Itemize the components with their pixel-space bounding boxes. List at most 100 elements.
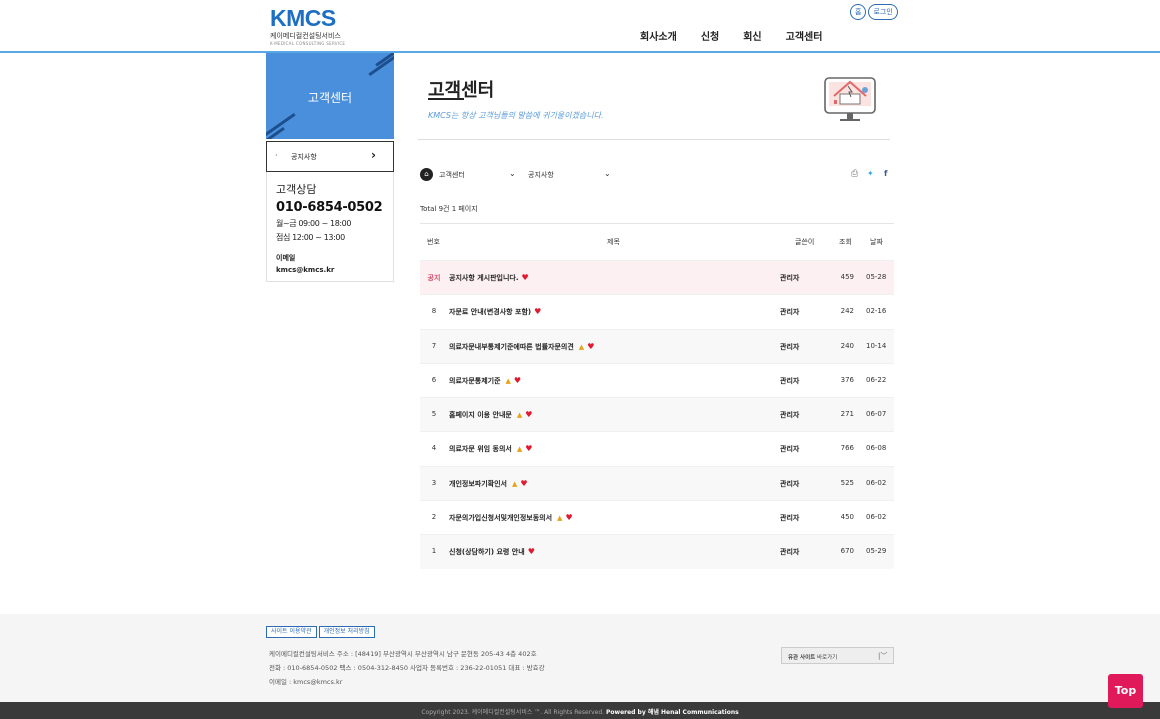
heart-icon: ♥ bbox=[525, 410, 533, 420]
top-util-buttons: 홈 로그인 bbox=[850, 4, 898, 20]
twitter-icon[interactable]: ✦ bbox=[867, 169, 874, 178]
chevron-right-icon: › bbox=[371, 148, 376, 162]
row-title-link[interactable]: 신청(상담하기) 요령 안내 ♥ bbox=[449, 547, 535, 557]
heart-icon: ♥ bbox=[527, 547, 535, 557]
logo[interactable]: KMCS 케이메디컬컨설팅서비스 K-MEDICAL CONSULTING SE… bbox=[270, 6, 350, 48]
sidebar-contact: 고객상담 010-6854-0502 월~금 09:00 ~ 18:00 점심 … bbox=[266, 172, 394, 282]
table-row[interactable]: 4 의료자문 위임 동의서 ▲ ♥ 관리자 766 06-08 bbox=[420, 431, 894, 465]
path-select-category[interactable]: 고객센터 ⌄ bbox=[439, 169, 519, 180]
total-count: Total 9건 1 페이지 bbox=[420, 205, 478, 213]
copyright-bar: Copyright 2023. 케이메디컬컨설팅서비스 ™. All Right… bbox=[0, 702, 1160, 719]
header: KMCS 케이메디컬컨설팅서비스 K-MEDICAL CONSULTING SE… bbox=[0, 0, 1160, 53]
col-author: 글쓴이 bbox=[795, 238, 815, 246]
chevron-down-icon: ⌄ bbox=[604, 169, 611, 178]
page: KMCS 케이메디컬컨설팅서비스 K-MEDICAL CONSULTING SE… bbox=[0, 0, 1160, 719]
table-row[interactable]: 공지 공지사항 게시판입니다. ♥ 관리자 459 05-28 bbox=[420, 260, 894, 295]
scroll-top-button[interactable]: Top bbox=[1108, 674, 1143, 708]
row-title-link[interactable]: 홈페이지 이용 안내문 ▲ ♥ bbox=[449, 410, 532, 420]
banner-stripe bbox=[266, 112, 296, 137]
table-row[interactable]: 2 자문의가입신청서및개인정보동의서 ▲ ♥ 관리자 450 06-02 bbox=[420, 500, 894, 534]
row-date: 05-28 bbox=[866, 273, 887, 281]
home-icon[interactable]: ⌂ bbox=[420, 168, 433, 181]
row-views: 459 bbox=[840, 273, 854, 281]
footer-contact: 전화 : 010-6854-0502 팩스 : 0504-312-8450 사업… bbox=[269, 664, 545, 672]
file-attachment-icon: ▲ bbox=[505, 376, 511, 385]
heart-icon: ♥ bbox=[521, 273, 529, 282]
footer-links: 사이트 이용약관 개인정보 처리방침 bbox=[266, 626, 375, 638]
file-attachment-icon: ▲ bbox=[516, 411, 523, 420]
logo-subtext: 케이메디컬컨설팅서비스 bbox=[270, 32, 341, 40]
heart-icon: ♥ bbox=[520, 478, 528, 488]
email-label: 이메일 bbox=[276, 254, 296, 262]
home-button[interactable]: 홈 bbox=[850, 4, 867, 20]
privacy-link[interactable]: 개인정보 처리방침 bbox=[318, 626, 375, 638]
bullet-icon: · bbox=[275, 151, 278, 160]
terms-link[interactable]: 사이트 이용약관 bbox=[266, 626, 317, 638]
row-title: 의료자문내부통제기준에따른 법률자문의견 bbox=[449, 342, 574, 351]
print-icon[interactable]: ⎙ bbox=[851, 169, 858, 179]
nav-company[interactable]: 회사소개 bbox=[640, 28, 677, 43]
row-title: 자문료 안내(변경사항 포함) bbox=[449, 308, 532, 317]
row-title-link[interactable]: 자문의가입신청서및개인정보동의서 ▲ ♥ bbox=[449, 513, 573, 523]
powered-by: Powered by 해냄 Henal Communications bbox=[606, 709, 739, 716]
row-date: 06-02 bbox=[866, 478, 887, 487]
row-date: 05-29 bbox=[866, 547, 887, 556]
row-author: 관리자 bbox=[780, 342, 800, 351]
row-num: 5 bbox=[431, 410, 437, 419]
row-views: 525 bbox=[840, 478, 854, 487]
row-num: 3 bbox=[431, 478, 437, 487]
row-num: 8 bbox=[431, 307, 437, 316]
heart-icon: ♥ bbox=[525, 444, 533, 454]
login-button[interactable]: 로그인 bbox=[868, 4, 898, 20]
row-title: 홈페이지 이용 안내문 bbox=[449, 411, 512, 420]
row-title-link[interactable]: 의료자문통제기준 ▲ ♥ bbox=[449, 376, 521, 386]
row-title-link[interactable]: 자문료 안내(변경사항 포함) ♥ bbox=[449, 307, 541, 317]
row-views: 670 bbox=[840, 547, 854, 556]
related-sites-select[interactable]: 유관 사이트 바로가기 |﹀ bbox=[781, 647, 894, 664]
row-title: 공지사항 게시판입니다. bbox=[449, 274, 519, 282]
table-row[interactable]: 6 의료자문통제기준 ▲ ♥ 관리자 376 06-22 bbox=[420, 362, 894, 397]
path-select-board[interactable]: 공지사항 ⌄ bbox=[528, 169, 614, 180]
related-sites-hint: 바로가기 bbox=[816, 655, 838, 661]
sidebar-item-notice[interactable]: · 공지사항 › bbox=[266, 141, 394, 172]
copyright-text: Copyright 2023. 케이메디컬컨설팅서비스 ™. All Right… bbox=[421, 709, 605, 716]
footer-email: 이메일 : kmcs@kmcs.kr bbox=[269, 678, 343, 686]
row-date: 02-16 bbox=[866, 307, 887, 316]
col-num: 번호 bbox=[427, 238, 440, 246]
row-title-link[interactable]: 의료자문 위임 동의서 ▲ ♥ bbox=[449, 444, 532, 454]
row-num: 2 bbox=[431, 513, 437, 522]
consult-hours: 월~금 09:00 ~ 18:00 bbox=[276, 219, 352, 228]
divider bbox=[418, 139, 890, 140]
post-list: 공지 공지사항 게시판입니다. ♥ 관리자 459 05-28 8 자문료 안내(… bbox=[420, 260, 894, 569]
col-title: 제목 bbox=[607, 238, 620, 246]
main-nav: 회사소개 신청 회신 고객센터 bbox=[640, 28, 846, 43]
table-row[interactable]: 3 개인정보파기확인서 ▲ ♥ 관리자 525 06-02 bbox=[420, 465, 894, 501]
nav-reply[interactable]: 회신 bbox=[743, 28, 761, 43]
row-author: 관리자 bbox=[780, 548, 800, 557]
row-title-link[interactable]: 의료자문내부통제기준에따른 법률자문의견 ▲ ♥ bbox=[449, 342, 594, 352]
table-row[interactable]: 1 신청(상담하기) 요령 안내 ♥ 관리자 670 05-29 bbox=[420, 534, 894, 569]
heart-icon: ♥ bbox=[587, 341, 595, 351]
table-row[interactable]: 8 자문료 안내(변경사항 포함) ♥ 관리자 242 02-16 bbox=[420, 294, 894, 328]
footer-address: 케이메디컬컨설팅서비스 주소 : [48419] 부산광역시 부산광역시 남구 … bbox=[269, 650, 537, 658]
nav-apply[interactable]: 신청 bbox=[701, 28, 719, 43]
row-author: 관리자 bbox=[780, 274, 800, 282]
chevron-down-icon: |﹀ bbox=[878, 652, 888, 660]
heart-icon: ♥ bbox=[513, 375, 522, 385]
copyright: Copyright 2023. 케이메디컬컨설팅서비스 ™. All Right… bbox=[0, 707, 1160, 716]
row-title-link[interactable]: 개인정보파기확인서 ▲ ♥ bbox=[449, 479, 528, 489]
row-num: 4 bbox=[431, 444, 437, 453]
computer-illustration-icon bbox=[824, 77, 876, 121]
nav-customer-center[interactable]: 고객센터 bbox=[786, 28, 823, 43]
file-attachment-icon: ▲ bbox=[578, 342, 585, 351]
heart-icon: ♥ bbox=[534, 307, 542, 317]
table-row[interactable]: 7 의료자문내부통제기준에따른 법률자문의견 ▲ ♥ 관리자 240 10-14 bbox=[420, 328, 894, 363]
row-author: 관리자 bbox=[780, 445, 800, 454]
row-title: 개인정보파기확인서 bbox=[449, 479, 507, 488]
facebook-icon[interactable]: f bbox=[884, 169, 887, 178]
page-subtitle: KMCS는 항상 고객님들의 말씀에 귀기울이겠습니다. bbox=[428, 111, 604, 120]
row-title-link[interactable]: 공지사항 게시판입니다. ♥ bbox=[449, 273, 529, 283]
row-date: 10-14 bbox=[866, 341, 887, 350]
table-row[interactable]: 5 홈페이지 이용 안내문 ▲ ♥ 관리자 271 06-07 bbox=[420, 397, 894, 432]
row-author: 관리자 bbox=[780, 411, 800, 420]
